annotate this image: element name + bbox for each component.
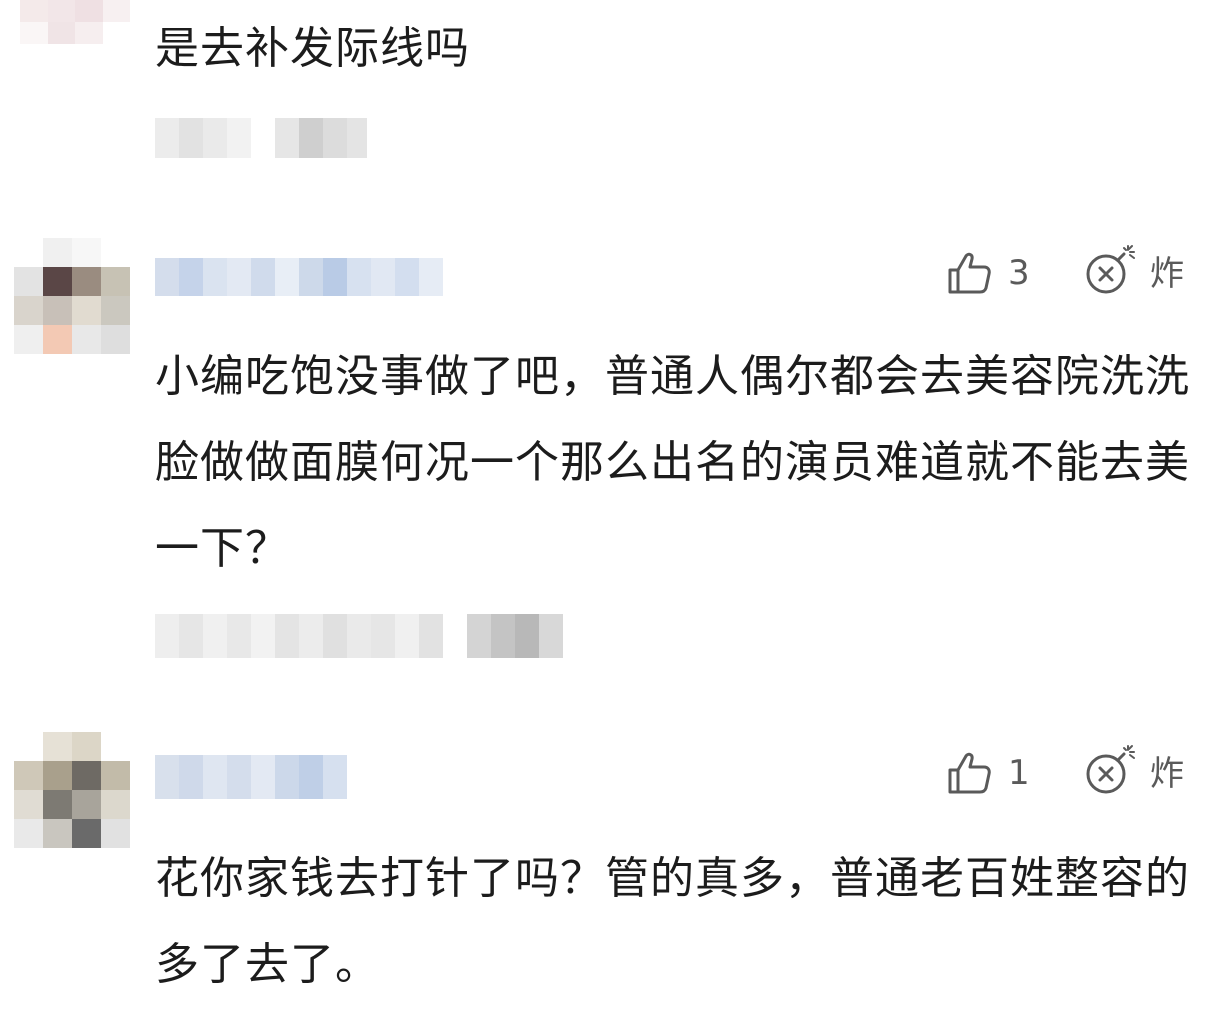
bomb-icon — [1086, 745, 1135, 794]
bomb-label: 炸 — [1150, 253, 1184, 294]
username-comment-3[interactable] — [155, 755, 347, 799]
like-count: 3 — [1008, 253, 1030, 293]
comment-text-2: 小编吃饱没事做了吧，普通人偶尔都会去美容院洗洗脸做做面膜何况一个那么出名的演员难… — [155, 351, 1190, 574]
bomb-button-comment-3[interactable]: 炸 — [1084, 742, 1184, 798]
bomb-label: 炸 — [1150, 753, 1184, 794]
comment-text-3: 花你家钱去打针了吗？管的真多，普通老百姓整容的多了去了。 — [155, 853, 1190, 990]
avatar-comment-2[interactable] — [14, 238, 130, 354]
avatar-comment-3[interactable] — [14, 732, 130, 848]
like-button-comment-2[interactable]: 3 — [944, 248, 1030, 298]
like-button-comment-3[interactable]: 1 — [944, 748, 1030, 798]
comment-text-1: 是去补发际线吗 — [155, 23, 470, 74]
bomb-icon — [1086, 245, 1135, 294]
like-count: 1 — [1008, 753, 1030, 793]
username-comment-2[interactable] — [155, 258, 443, 296]
thumbs-up-icon — [948, 752, 991, 794]
comment-meta-2 — [155, 614, 563, 658]
comment-meta-1 — [155, 118, 367, 158]
thumbs-up-icon — [948, 252, 991, 294]
bomb-button-comment-2[interactable]: 炸 — [1084, 242, 1184, 298]
avatar-comment-1[interactable] — [20, 0, 130, 44]
